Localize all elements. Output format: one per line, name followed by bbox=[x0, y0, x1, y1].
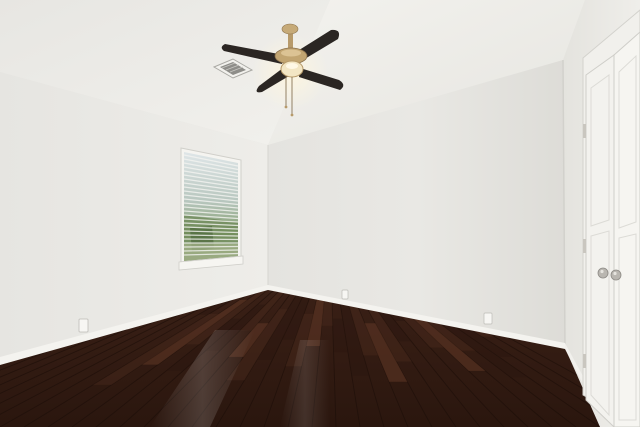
window-with-blinds bbox=[178, 147, 244, 271]
closet-door-left-panel bbox=[585, 54, 615, 427]
room-photo bbox=[0, 0, 640, 427]
door-hinge-top bbox=[583, 124, 586, 138]
room-illustration bbox=[0, 0, 640, 427]
outlet-left-wall bbox=[78, 318, 89, 333]
outlet-back-wall-2 bbox=[483, 312, 493, 325]
door-knob-right bbox=[610, 269, 622, 281]
closet-double-door bbox=[582, 9, 640, 427]
outlet-back-wall-1 bbox=[341, 289, 349, 300]
fan-canopy bbox=[281, 23, 299, 35]
door-hinge-middle bbox=[583, 239, 586, 253]
door-knob-left bbox=[597, 267, 609, 279]
door-hinge-bottom bbox=[583, 354, 586, 368]
